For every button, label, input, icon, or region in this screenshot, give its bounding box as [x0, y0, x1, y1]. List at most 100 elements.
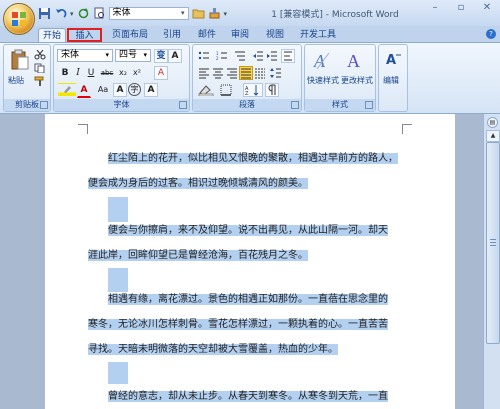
- restore-button[interactable]: ▫: [448, 0, 474, 16]
- margin-corner-top-left-h: [78, 124, 88, 125]
- line-spacing-icon[interactable]: [269, 66, 283, 80]
- subscript-button[interactable]: x₂: [116, 66, 130, 80]
- office-logo-icon: [12, 12, 26, 26]
- editing-group: A 编辑: [378, 44, 408, 112]
- paragraph-3[interactable]: 相遇有缘，离花漂过。景色的相遇正如那份。一直蓓在思念里的 寒冬，无论冰川怎样刺骨…: [88, 287, 408, 362]
- format-painter-icon[interactable]: [34, 76, 46, 86]
- tab-insert[interactable]: 插入: [67, 28, 102, 42]
- change-styles-label[interactable]: 更改样式: [341, 75, 373, 86]
- svg-text:A: A: [313, 51, 326, 71]
- font-size-combo[interactable]: 四号 ▾: [115, 49, 151, 62]
- undo-icon[interactable]: [54, 7, 67, 20]
- font-group: 宋体 ▾ 四号 ▾ 变 A B I U abc x₂ x² A A Aa A 字…: [53, 44, 190, 112]
- font-size-combo-arrow-icon[interactable]: ▾: [143, 49, 147, 62]
- clipboard-launcher-icon[interactable]: [40, 101, 48, 109]
- clear-formatting-button[interactable]: A: [154, 66, 168, 80]
- numbering-icon[interactable]: 12: [215, 49, 229, 63]
- font-group-label: 字体: [54, 99, 189, 111]
- scroll-thumb[interactable]: [486, 142, 500, 344]
- copy-icon[interactable]: [34, 63, 46, 73]
- highlighter-icon: [64, 86, 71, 93]
- print-preview-icon[interactable]: [93, 7, 106, 20]
- paint-icon[interactable]: [208, 7, 221, 20]
- tab-review[interactable]: 审阅: [226, 28, 254, 42]
- close-button[interactable]: ✕: [474, 0, 500, 16]
- bold-button[interactable]: B: [58, 66, 72, 80]
- decrease-indent-icon[interactable]: [251, 49, 265, 63]
- increase-indent-icon[interactable]: [265, 49, 279, 63]
- office-button[interactable]: [3, 3, 35, 35]
- paste-icon[interactable]: [10, 49, 30, 71]
- save-icon[interactable]: [38, 7, 51, 20]
- justify-icon[interactable]: [239, 66, 253, 80]
- distributed-icon[interactable]: [253, 66, 267, 80]
- window-title: 1 [兼容模式] - Microsoft Word: [271, 10, 399, 20]
- show-marks-icon[interactable]: [265, 83, 279, 97]
- align-left-icon[interactable]: [197, 66, 211, 80]
- strikethrough-button[interactable]: abc: [97, 66, 117, 80]
- scroll-grip-3: [490, 245, 496, 246]
- scroll-up-button[interactable]: ▲: [486, 130, 500, 142]
- tab-references[interactable]: 引用: [158, 28, 186, 42]
- tab-developer[interactable]: 开发工具: [296, 28, 340, 42]
- change-case-button[interactable]: Aa: [94, 83, 112, 97]
- undo-dropdown-icon[interactable]: ▾: [70, 10, 74, 18]
- folder-icon[interactable]: [192, 7, 205, 20]
- repeat-icon[interactable]: [77, 7, 90, 20]
- ruler-toggle-icon[interactable]: ▤: [487, 117, 498, 128]
- superscript-button[interactable]: x²: [130, 66, 144, 80]
- highlight-button[interactable]: [58, 83, 76, 97]
- font-name-box[interactable]: 宋体 ▾: [108, 7, 189, 20]
- scroll-grip-1: [490, 239, 496, 240]
- tab-home[interactable]: 开始: [38, 28, 66, 43]
- font-name-value: 宋体: [112, 8, 131, 18]
- change-styles-icon[interactable]: A: [345, 49, 365, 71]
- character-shading-button[interactable]: A: [113, 83, 127, 97]
- find-replace-icon[interactable]: A: [385, 49, 403, 69]
- editing-label[interactable]: 编辑: [383, 75, 399, 86]
- customize-qat-icon[interactable]: ▾: [224, 10, 228, 18]
- character-border-button[interactable]: A: [168, 49, 182, 63]
- paste-label[interactable]: 粘贴: [8, 75, 24, 86]
- enclose-characters-button[interactable]: 字: [128, 83, 141, 96]
- tab-mailings[interactable]: 邮件: [193, 28, 221, 42]
- vertical-scrollbar[interactable]: ▤ ▲: [483, 114, 500, 409]
- paragraph-2-line-1: 便会与你擦肩，来不及仰望。说不出再见，从此山隔一河。却天: [108, 225, 388, 236]
- styles-group: A A 快速样式 更改样式 样式: [304, 44, 376, 112]
- svg-text:Z: Z: [245, 91, 249, 97]
- phonetic-guide-button[interactable]: 变: [154, 49, 168, 63]
- align-right-icon[interactable]: [225, 66, 239, 80]
- svg-text:A: A: [347, 51, 360, 71]
- align-center-icon[interactable]: [211, 66, 225, 80]
- tab-page-layout[interactable]: 页面布局: [109, 28, 151, 42]
- paragraph-2[interactable]: 便会与你擦肩，来不及仰望。说不出再见，从此山隔一河。却天 涯此岸，回眸仰望已是曾…: [88, 218, 408, 268]
- sort-icon[interactable]: AZ: [243, 83, 263, 97]
- font-name-combo[interactable]: 宋体 ▾: [57, 49, 113, 62]
- svg-text:2: 2: [216, 56, 219, 61]
- borders-icon[interactable]: [219, 83, 239, 97]
- paragraph-4[interactable]: 曾经的意志，却从未止步。从春天到寒冬。从寒冬到天荒，一直: [88, 384, 408, 409]
- chinese-layout-icon[interactable]: [281, 49, 295, 63]
- paragraph-launcher-icon[interactable]: [291, 101, 299, 109]
- paragraph-group-label: 段落: [193, 99, 301, 111]
- quick-styles-icon[interactable]: A: [313, 49, 333, 71]
- italic-button[interactable]: I: [71, 66, 85, 80]
- paragraph-3-line-3: 寻找。天暗未明微落的天空却被大雪覆盖，热血的少年。: [88, 344, 338, 355]
- quick-styles-label[interactable]: 快速样式: [307, 75, 339, 86]
- paragraph-1[interactable]: 红尘陌上的花开，似比相见又恨晚的聚散，相遇过早前方的路人， 便会成为身后的过客。…: [88, 146, 408, 196]
- styles-launcher-icon[interactable]: [365, 101, 373, 109]
- multilevel-list-icon[interactable]: [233, 49, 247, 63]
- minimize-button[interactable]: –: [422, 0, 448, 16]
- font-name-dropdown-icon[interactable]: ▾: [181, 7, 185, 20]
- help-icon[interactable]: ?: [486, 29, 496, 39]
- font-launcher-icon[interactable]: [179, 101, 187, 109]
- paragraph-3-line-1: 相遇有缘，离花漂过。景色的相遇正如那份。一直蓓在思念里的: [108, 294, 388, 305]
- shading-icon[interactable]: [197, 83, 217, 97]
- bullets-icon[interactable]: [197, 49, 211, 63]
- underline-button[interactable]: U: [84, 66, 98, 80]
- tab-view[interactable]: 视图: [261, 28, 289, 42]
- font-box-button[interactable]: A: [144, 83, 158, 97]
- font-color-button[interactable]: A: [77, 83, 91, 98]
- cut-icon[interactable]: [34, 50, 46, 60]
- font-name-combo-arrow-icon[interactable]: ▾: [105, 49, 109, 62]
